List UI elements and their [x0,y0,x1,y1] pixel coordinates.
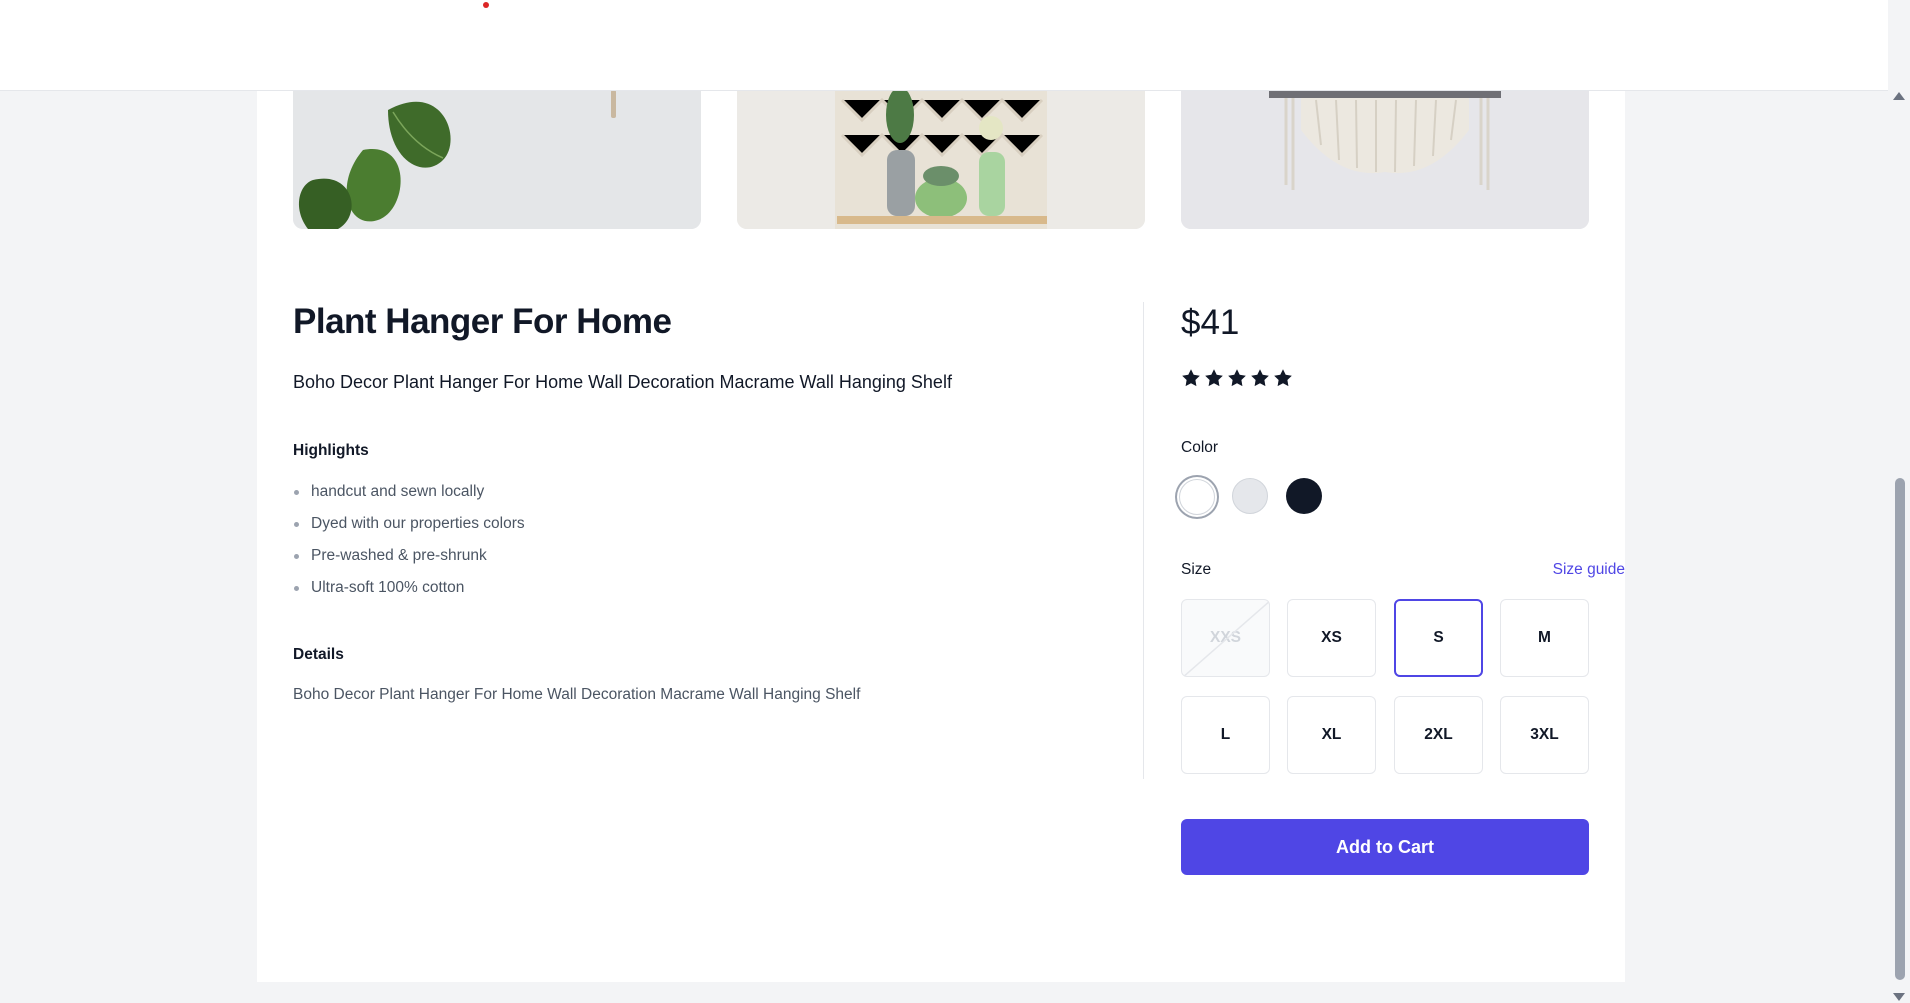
details-text: Boho Decor Plant Hanger For Home Wall De… [293,686,861,703]
star-icon [1228,369,1246,387]
add-to-cart-button[interactable]: Add to Cart [1181,819,1589,875]
size-label: Size [1181,561,1212,578]
notification-dot [483,2,489,8]
color-swatch-gray[interactable] [1232,478,1268,514]
size-option-label: M [1538,629,1551,646]
size-option-label: S [1433,629,1444,646]
color-swatch-black[interactable] [1286,478,1322,514]
highlight-item: handcut and sewn locally [293,476,525,508]
highlight-item: Pre-washed & pre-shrunk [293,540,525,572]
size-option-xs[interactable]: XS [1287,599,1376,677]
column-divider [1143,302,1144,779]
size-option-s[interactable]: S [1394,599,1483,677]
size-option-m[interactable]: M [1500,599,1589,677]
color-label: Color [1181,439,1219,456]
vertical-scrollbar[interactable] [1888,90,1910,1003]
star-icon [1205,369,1223,387]
product-image-shelf [737,90,1145,229]
scroll-up-icon[interactable] [1893,92,1905,100]
scroll-thumb[interactable] [1895,478,1905,980]
rating-stars [1181,368,1293,388]
scroll-down-icon[interactable] [1893,993,1905,1001]
size-option-2xl[interactable]: 2XL [1394,696,1483,774]
size-guide-link[interactable]: Size guide [1515,561,1625,579]
size-option-label: 3XL [1530,726,1559,743]
highlights-list: handcut and sewn locally Dyed with our p… [293,476,525,604]
highlight-item: Dyed with our properties colors [293,508,525,540]
star-icon [1251,369,1269,387]
size-option-label: L [1220,726,1231,743]
product-image-macrame [1181,90,1589,229]
star-icon [1274,369,1292,387]
product-price: $41 [1181,303,1240,342]
color-swatch-white[interactable] [1179,479,1215,515]
product-subtitle: Boho Decor Plant Hanger For Home Wall De… [293,372,952,392]
product-panel: Plant Hanger For Home Boho Decor Plant H… [257,90,1625,982]
highlight-item: Ultra-soft 100% cotton [293,572,525,604]
star-icon [1182,369,1200,387]
highlights-heading: Highlights [293,442,369,459]
product-image-leaf [293,90,701,229]
size-option-label: 2XL [1424,726,1453,743]
size-option-xl[interactable]: XL [1287,696,1376,774]
size-option-3xl[interactable]: 3XL [1500,696,1589,774]
strike-icon [1183,600,1269,676]
details-heading: Details [293,646,344,663]
size-option-xxs[interactable]: XXS [1181,599,1270,677]
top-navigation-bar [0,0,1888,91]
size-option-label: XL [1321,726,1342,743]
size-option-l[interactable]: L [1181,696,1270,774]
product-title: Plant Hanger For Home [293,302,672,341]
size-option-label: XS [1321,629,1342,646]
